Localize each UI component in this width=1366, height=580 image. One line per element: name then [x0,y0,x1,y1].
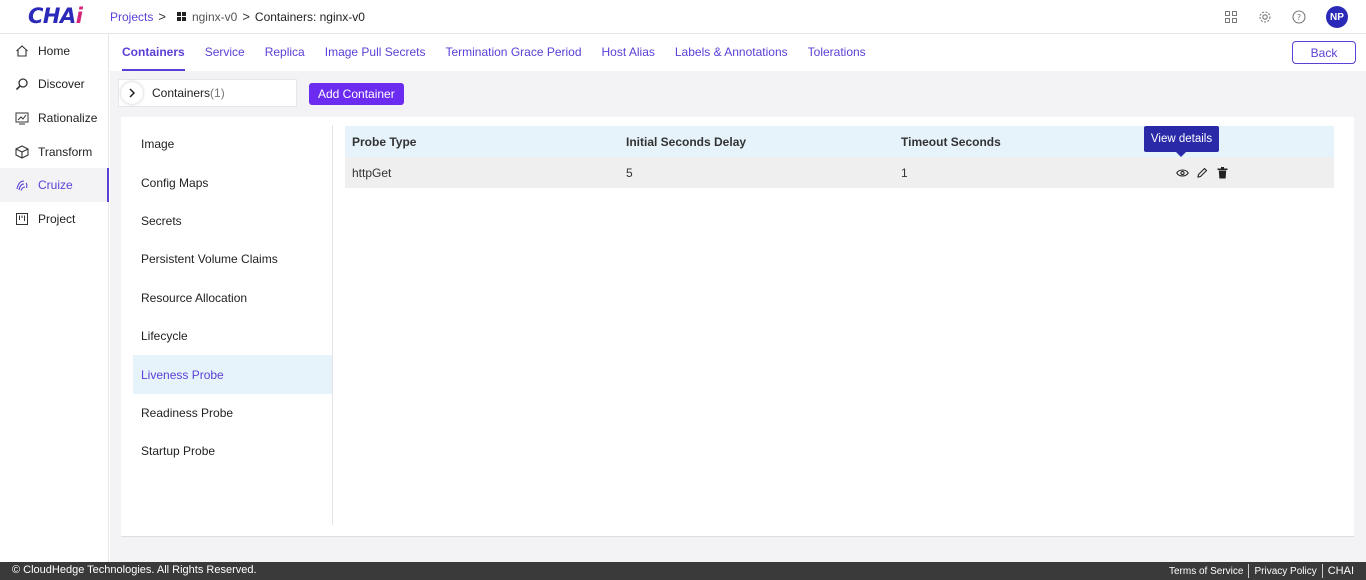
sidebar-item-label: Project [38,211,76,226]
subnav-item-readiness-probe[interactable]: Readiness Probe [133,394,332,432]
table-row: httpGet 5 1 [345,157,1334,188]
breadcrumb-separator: > [158,9,166,24]
sidebar-item-cruize[interactable]: Cruize [0,168,109,202]
container-details-panel: Image Config Maps Secrets Persistent Vol… [121,117,1354,537]
sidebar-item-home[interactable]: Home [0,34,108,68]
home-icon [14,43,30,59]
column-header-timeout-seconds: Timeout Seconds [901,134,1001,149]
tabs-bar: Containers Service Replica Image Pull Se… [110,34,1366,71]
footer: © CloudHedge Technologies. All Rights Re… [0,562,1366,580]
terms-of-service-link[interactable]: Terms of Service [1164,566,1248,577]
chevron-right-icon[interactable] [121,82,143,104]
footer-brand: CHAI [1327,565,1354,577]
add-container-button[interactable]: Add Container [309,83,404,105]
subnav-item-image[interactable]: Image [133,125,332,163]
cube-icon [14,144,30,160]
breadcrumb-current: Containers: nginx-v0 [254,9,365,24]
containers-selector[interactable]: Containers(1) [118,79,297,107]
tab-replica[interactable]: Replica [265,34,305,71]
breadcrumb-project[interactable]: nginx-v0 [192,10,237,24]
back-button[interactable]: Back [1292,41,1356,64]
sidebar-item-label: Discover [38,77,85,92]
search-icon [14,76,30,92]
sidebar-item-rationalize[interactable]: Rationalize [0,101,108,135]
subnav-item-secrets[interactable]: Secrets [133,202,332,240]
subnav-item-liveness-probe[interactable]: Liveness Probe [133,355,332,394]
column-header-probe-type: Probe Type [352,134,417,149]
gear-icon[interactable] [1256,8,1274,26]
subnav-item-lifecycle[interactable]: Lifecycle [133,317,332,355]
sidebar-item-label: Home [38,43,71,58]
chai-logo[interactable]: CHAi [28,4,83,28]
subnav-item-startup-probe[interactable]: Startup Probe [133,432,332,470]
tab-image-pull-secrets[interactable]: Image Pull Secrets [325,34,426,71]
fingerprint-icon [14,177,30,193]
sidebar-item-transform[interactable]: Transform [0,135,108,169]
sidebar: Home Discover Rationalize Transform Crui… [0,34,109,562]
cell-probe-type: httpGet [352,165,392,180]
board-icon [14,211,30,227]
tab-host-alias[interactable]: Host Alias [602,34,655,71]
breadcrumb: Projects > nginx-v0 > Containers: nginx-… [110,9,365,24]
sidebar-item-label: Transform [38,144,93,159]
svg-text:?: ? [1297,13,1301,22]
tab-containers[interactable]: Containers [122,34,185,71]
breadcrumb-projects[interactable]: Projects [110,10,153,24]
main-content: Containers Service Replica Image Pull Se… [110,34,1366,562]
subnav-item-resource-allocation[interactable]: Resource Allocation [133,279,332,317]
tab-tolerations[interactable]: Tolerations [808,34,866,71]
top-header: CHAi Projects > nginx-v0 > Containers: n… [0,0,1366,34]
row-actions [1169,166,1334,180]
grid-icon[interactable] [176,12,186,21]
subnav-item-persistent-volume-claims[interactable]: Persistent Volume Claims [133,240,332,278]
chart-icon [14,110,30,126]
cell-initial-seconds-delay: 5 [626,165,633,180]
copyright-text: © CloudHedge Technologies. All Rights Re… [12,564,257,576]
apps-grid-icon[interactable] [1222,8,1240,26]
sidebar-item-project[interactable]: Project [0,202,108,236]
breadcrumb-separator: > [242,9,250,24]
pencil-icon[interactable] [1195,166,1209,180]
subnav-item-config-maps[interactable]: Config Maps [133,163,332,201]
avatar[interactable]: NP [1326,6,1348,28]
eye-icon[interactable] [1175,166,1189,180]
cell-timeout-seconds: 1 [901,165,908,180]
tab-termination-grace-period[interactable]: Termination Grace Period [445,34,581,71]
containers-label: Containers(1) [152,86,225,100]
containers-count: (1) [210,86,225,100]
view-details-tooltip: View details [1144,126,1219,157]
privacy-policy-link[interactable]: Privacy Policy [1249,566,1321,577]
tab-labels-annotations[interactable]: Labels & Annotations [675,34,788,71]
column-header-initial-seconds-delay: Initial Seconds Delay [626,134,747,149]
trash-icon[interactable] [1215,166,1229,180]
sidebar-item-label: Rationalize [38,110,98,125]
help-icon[interactable]: ? [1290,8,1308,26]
tab-service[interactable]: Service [205,34,245,71]
sidebar-item-discover[interactable]: Discover [0,68,108,102]
sidebar-item-label: Cruize [38,178,73,193]
container-subnav: Image Config Maps Secrets Persistent Vol… [133,125,333,525]
